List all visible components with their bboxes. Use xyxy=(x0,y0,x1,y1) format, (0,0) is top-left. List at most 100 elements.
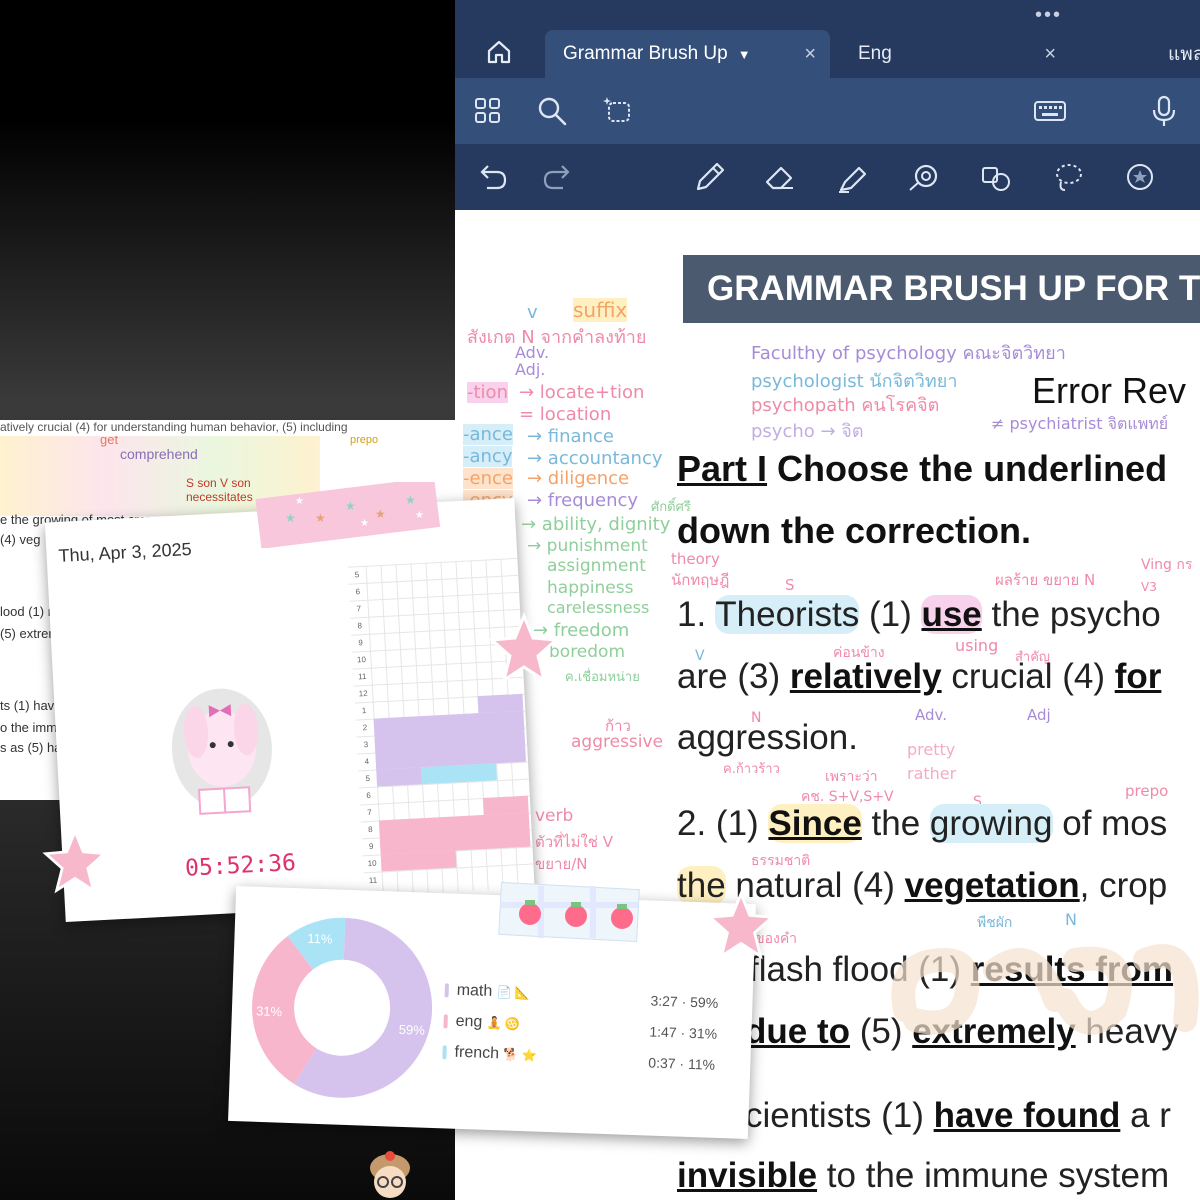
question-1-line-3: aggression. xyxy=(677,718,858,757)
legend-label: math xyxy=(456,981,498,1001)
bunny-sticker xyxy=(171,688,272,815)
note-not-verb: ตัวที่ไม่ใช่ V xyxy=(535,833,614,851)
shape-tool-icon[interactable] xyxy=(907,160,941,194)
eraser-icon[interactable] xyxy=(763,160,797,194)
top-toolbar xyxy=(455,78,1200,217)
redo-icon[interactable] xyxy=(541,160,575,194)
grid-icon[interactable] xyxy=(471,94,505,128)
grid-hour-label: 5 xyxy=(354,570,360,580)
svg-text:★: ★ xyxy=(285,511,296,525)
lasso-icon[interactable] xyxy=(1051,160,1085,194)
note-location: = location xyxy=(519,404,612,425)
note-s: S xyxy=(785,576,795,594)
fragment-note: necessitates xyxy=(186,490,253,504)
glitter-star-sticker xyxy=(706,890,776,960)
image-shape-icon[interactable] xyxy=(979,160,1013,194)
fragment-note: comprehend xyxy=(120,446,198,462)
note-pretty: pretty xyxy=(907,740,956,759)
grid-hour-label: 6 xyxy=(355,587,361,597)
washi-tape-stars: ★ ★ ★ ★ ★ ★ ★ ★ xyxy=(255,482,441,548)
search-icon[interactable] xyxy=(535,94,569,128)
glitter-star-sticker xyxy=(488,612,560,684)
legend-swatch xyxy=(443,1014,448,1029)
ai-sparkle-icon[interactable] xyxy=(601,94,635,128)
glitter-star-sticker xyxy=(42,828,108,894)
note-theory: theory xyxy=(671,550,720,568)
note-adj: Adj. xyxy=(515,360,546,379)
legend-swatch xyxy=(444,983,449,998)
grid-hour-label: 9 xyxy=(368,841,374,852)
tab-label: แพลน xyxy=(1168,44,1200,65)
study-summary-card: 59% 31% 11% math 📄 📐 3:27 · 59% eng 🧘 ♋ 1:47 … xyxy=(228,885,756,1140)
pencil-icon[interactable] xyxy=(693,160,727,194)
note-finance: → finance xyxy=(527,426,614,447)
washi-tape-strawberry xyxy=(498,882,640,943)
grid-hour-label: 7 xyxy=(367,807,372,818)
avatar-sticker xyxy=(370,1151,410,1198)
note-boredom: boredom xyxy=(549,642,626,662)
more-options-icon[interactable]: ••• xyxy=(1035,4,1062,27)
watermark-doodle xyxy=(891,944,1199,1035)
undo-icon[interactable] xyxy=(475,160,509,194)
timeline-grid: 5 6 7 8 9 10 11 12 1 2 3 4 5 6 7 8 9 10 11 xyxy=(347,557,535,896)
grid-hour-label: 5 xyxy=(365,773,371,784)
fragment-line: s as (5) hai xyxy=(0,740,65,755)
grid-hour-label: 8 xyxy=(367,824,373,835)
home-icon[interactable] xyxy=(485,38,513,66)
grid-hour-label: 6 xyxy=(366,790,372,801)
sticker-icon[interactable] xyxy=(1123,160,1157,194)
note-diligence: → diligence xyxy=(527,468,630,489)
fragment-note: prepo xyxy=(350,434,379,446)
highlighter-icon[interactable] xyxy=(835,160,869,194)
grid-hour-label: 4 xyxy=(364,756,370,767)
note-adj-2: Adj xyxy=(1027,706,1051,724)
chevron-down-icon[interactable]: ▼ xyxy=(738,47,751,62)
tab-label: Grammar Brush Up xyxy=(563,43,728,64)
close-tab-icon[interactable]: × xyxy=(1044,43,1056,66)
note-aggressive: aggressive xyxy=(571,732,664,752)
question-4-line-1: cientists (1) have found a r xyxy=(745,1096,1171,1135)
keyboard-icon[interactable] xyxy=(1033,94,1067,128)
study-donut-chart: 59% 31% 11% xyxy=(252,917,433,1098)
grid-hour-label: 9 xyxy=(358,638,364,648)
grid-hour-label: 11 xyxy=(357,671,367,682)
donut-percent-label: 11% xyxy=(307,931,333,947)
study-timer: 05:52:36 xyxy=(184,849,297,882)
legend-emoji: 📄 📐 xyxy=(496,985,531,1001)
note-psychopath: psychopath คนโรคจิต xyxy=(751,395,940,416)
study-block-math xyxy=(376,767,423,787)
legend-item-math: math 📄 📐 xyxy=(444,981,530,1002)
svg-text:★: ★ xyxy=(345,499,356,513)
fragment-line: (4) veg xyxy=(0,532,41,547)
note-prepo: prepo xyxy=(1125,782,1169,800)
note-using: using xyxy=(955,636,999,655)
legend-emoji: 🧘 ♋ xyxy=(486,1015,521,1031)
note-theorist-thai: นักทฤษฎี xyxy=(671,571,730,589)
part-heading: Part I Choose the underlined xyxy=(677,448,1168,489)
note-observe-noun: สังเกต N จากคำลงท้าย xyxy=(467,327,647,348)
note-ability: → ability, dignity xyxy=(521,514,671,535)
question-1-line-1: 1. Theorists (1) use the psycho xyxy=(677,595,1161,634)
note-ence: -ence xyxy=(463,468,513,489)
tab-eng[interactable]: Eng × xyxy=(840,30,1140,78)
svg-text:★: ★ xyxy=(315,511,326,525)
tracker-date: Thu, Apr 3, 2025 xyxy=(58,538,193,566)
question-2-line-1: 2. (1) Since the growing of mos xyxy=(677,804,1168,843)
note-locate: → locate+tion xyxy=(519,382,645,403)
svg-text:★: ★ xyxy=(415,510,424,521)
note-accountancy: → accountancy xyxy=(527,448,663,469)
fragment-line: lood (1) r xyxy=(0,604,53,619)
tab-grammar-brush-up[interactable]: Grammar Brush Up ▼ × xyxy=(545,30,830,78)
grid-hour-label: 3 xyxy=(363,739,369,750)
note-adv-2: Adv. xyxy=(915,706,947,724)
svg-text:★: ★ xyxy=(360,518,369,529)
note-ance: -ance xyxy=(463,424,513,445)
grid-hour-label: 12 xyxy=(358,688,368,699)
donut-percent-label: 31% xyxy=(256,1003,283,1019)
legend-time-math: 3:27 · 59% xyxy=(650,992,719,1011)
microphone-icon[interactable] xyxy=(1147,94,1181,128)
grid-hour-label: 11 xyxy=(368,875,378,886)
tab-plan[interactable]: แพลน xyxy=(1150,30,1200,78)
close-tab-icon[interactable]: × xyxy=(804,43,816,66)
grid-hour-label: 10 xyxy=(356,654,367,665)
